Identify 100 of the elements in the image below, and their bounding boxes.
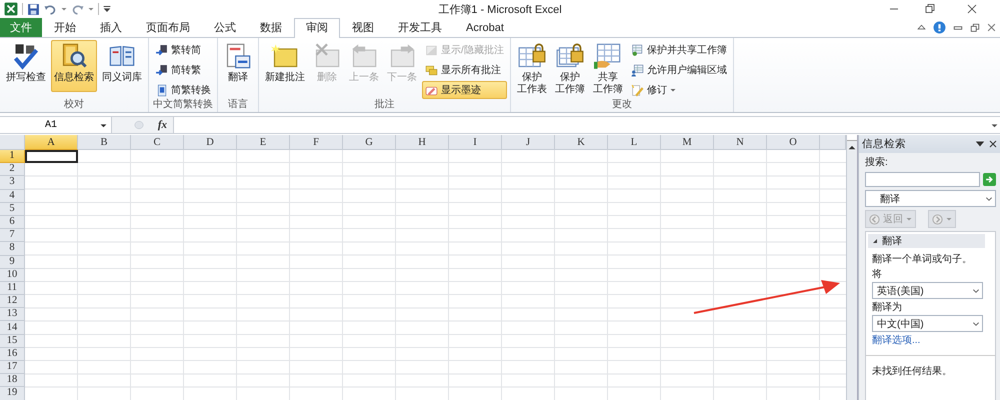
row-header[interactable]: 15 — [0, 334, 25, 348]
sheet-lock-icon — [518, 42, 546, 70]
row-header[interactable]: 5 — [0, 202, 25, 216]
row-header[interactable]: 9 — [0, 256, 25, 269]
column-header[interactable]: H — [396, 135, 449, 150]
ribbon-button[interactable]: 允许用户编辑区域 — [628, 61, 730, 79]
column-header[interactable]: O — [767, 135, 820, 150]
column-header[interactable]: F — [290, 135, 343, 150]
ribbon-button[interactable]: 显示所有批注 — [422, 61, 507, 79]
caret-icon — [972, 286, 980, 294]
row-header[interactable]: 1 — [0, 150, 25, 164]
ribbon-button[interactable]: 共享 工作簿 — [590, 40, 626, 98]
ribbon-button[interactable]: 保护 工作簿 — [552, 40, 588, 98]
page-pencil-icon — [630, 84, 644, 96]
dropdown-triangle-icon — [975, 139, 985, 149]
options-link[interactable]: 翻译选项... — [872, 333, 983, 347]
column-header[interactable]: B — [78, 135, 131, 150]
active-cell[interactable] — [25, 150, 78, 164]
convert-arrow-icon — [155, 64, 168, 76]
note-icon — [271, 42, 299, 70]
row-header[interactable]: 11 — [0, 282, 25, 296]
ribbon-button[interactable]: 翻译 — [221, 40, 255, 92]
ribbon-button[interactable]: 信息检索 — [51, 40, 97, 92]
ribbon-tab[interactable]: 开发工具 — [386, 18, 454, 37]
ribbon-tab[interactable]: Acrobat — [454, 18, 516, 37]
row-header[interactable]: 3 — [0, 176, 25, 190]
column-header[interactable]: D — [184, 135, 237, 150]
ribbon-button[interactable]: 显示墨迹 — [422, 81, 507, 99]
group-label: 批注 — [373, 99, 396, 112]
workbook-lock-icon — [556, 42, 584, 70]
column-header[interactable]: C — [131, 135, 184, 150]
ribbon-button[interactable]: 简转繁 — [152, 61, 214, 79]
formula-input[interactable] — [173, 117, 1000, 133]
column-header[interactable] — [820, 135, 846, 150]
restore-icon — [970, 22, 980, 32]
ribbon-tab[interactable]: 数据 — [248, 18, 294, 37]
caret-icon — [985, 194, 993, 202]
row-header[interactable]: 7 — [0, 229, 25, 242]
save-icon — [27, 2, 40, 16]
column-header[interactable]: L — [608, 135, 661, 150]
column-header[interactable]: G — [343, 135, 396, 150]
search-field[interactable] — [865, 172, 980, 187]
row-header[interactable]: 18 — [0, 374, 25, 388]
undo-icon — [44, 2, 57, 16]
column-header[interactable]: N — [714, 135, 767, 150]
ribbon-button[interactable]: 拼写检查 — [3, 40, 49, 92]
ribbon-tab[interactable]: 插入 — [88, 18, 134, 37]
field-label: 将 — [872, 268, 883, 281]
ribbon-button[interactable]: 同义词库 — [99, 40, 145, 92]
split-box[interactable] — [847, 135, 857, 141]
customize-menu-icon — [103, 4, 111, 14]
name-box[interactable]: A1 — [0, 117, 112, 133]
column-header[interactable]: E — [237, 135, 290, 150]
section-header[interactable]: 翻译 — [868, 234, 985, 248]
ribbon-tab[interactable]: 公式 — [202, 18, 248, 37]
ribbon-button[interactable]: 保护并共享工作簿 — [628, 41, 730, 59]
spreadsheet-app-icon — [4, 2, 18, 16]
help-icon — [933, 21, 946, 34]
caret-icon — [61, 6, 67, 12]
workbook-share-icon — [630, 44, 644, 56]
go-button[interactable] — [983, 173, 996, 186]
ribbon-button[interactable]: 新建批注 — [262, 40, 308, 92]
description-text: 翻译一个单词或句子。 — [872, 252, 973, 266]
ribbon-button[interactable]: 繁转简 — [152, 41, 214, 59]
language-dropdown[interactable]: 中文(中国) — [872, 315, 983, 332]
group-label: 语言 — [227, 99, 249, 112]
column-header[interactable]: I — [449, 135, 502, 150]
row-header[interactable]: 12 — [0, 295, 25, 308]
row-header[interactable]: 16 — [0, 348, 25, 361]
ribbon-button[interactable]: 简繁转换 — [152, 81, 214, 99]
row-header[interactable]: 19 — [0, 387, 25, 400]
ribbon-tab[interactable]: 页面布局 — [134, 18, 202, 37]
column-header[interactable]: K — [555, 135, 608, 150]
column-header[interactable]: A — [25, 135, 78, 150]
group-label: 校对 — [63, 99, 85, 112]
pane-title: 信息检索 — [862, 137, 907, 151]
row-header[interactable]: 14 — [0, 321, 25, 335]
insert-function-button[interactable]: fx — [158, 119, 167, 131]
column-header[interactable]: M — [661, 135, 714, 150]
collapse-ribbon-icon — [917, 23, 926, 32]
ribbon-tab[interactable]: 开始 — [42, 18, 88, 37]
file-tab[interactable]: 文件 — [0, 18, 42, 37]
row-header[interactable]: 6 — [0, 216, 25, 230]
row-header[interactable]: 13 — [0, 308, 25, 322]
restore-icon — [924, 3, 936, 15]
row-header[interactable]: 17 — [0, 361, 25, 374]
ribbon-tab[interactable]: 审阅 — [294, 18, 340, 38]
ribbon-button[interactable]: 保护 工作表 — [514, 40, 550, 98]
source-dropdown[interactable]: 翻译 — [865, 190, 996, 207]
row-header[interactable]: 10 — [0, 268, 25, 282]
column-header[interactable]: J — [502, 135, 555, 150]
language-dropdown[interactable]: 英语(美国) — [872, 282, 983, 299]
row-header[interactable]: 8 — [0, 242, 25, 256]
row-header[interactable]: 2 — [0, 163, 25, 176]
row-header[interactable]: 4 — [0, 190, 25, 203]
ribbon-tab[interactable]: 视图 — [340, 18, 386, 37]
select-all-corner[interactable] — [0, 135, 25, 150]
arrow-icon — [985, 175, 994, 184]
sheet-users-icon — [630, 64, 644, 76]
ribbon-button[interactable]: 修订 — [628, 81, 730, 99]
